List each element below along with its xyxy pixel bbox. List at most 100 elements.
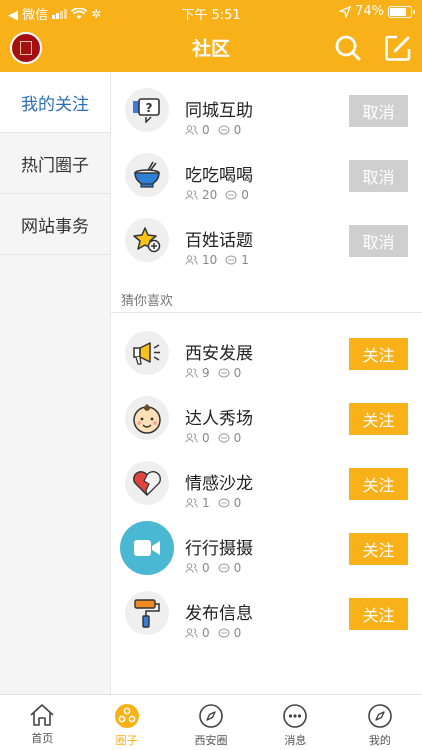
members-icon <box>185 498 198 508</box>
comment-icon <box>218 563 230 572</box>
list-item[interactable]: ? 同城互助 0 0 取消 <box>111 78 422 143</box>
help-sign-icon: ? <box>125 88 169 132</box>
tab-home[interactable]: 首页 <box>0 695 84 750</box>
circle-name: 西安发展 <box>185 344 253 364</box>
circle-name: 同城互助 <box>185 101 253 121</box>
home-icon <box>30 704 54 726</box>
tab-messages[interactable]: 消息 <box>253 695 337 750</box>
members-count: 10 <box>202 253 218 267</box>
posts-count: 0 <box>233 626 242 640</box>
members-count: 0 <box>202 561 210 575</box>
unfollow-button[interactable]: 取消 <box>349 95 408 127</box>
posts-count: 0 <box>233 366 242 380</box>
compass-icon <box>368 704 392 728</box>
comment-icon <box>218 498 230 507</box>
follow-button[interactable]: 关注 <box>349 338 408 370</box>
tab-label: 消息 <box>284 734 307 747</box>
comment-icon <box>218 628 230 637</box>
star-plus-icon <box>125 218 169 262</box>
circle-name: 达人秀场 <box>185 409 253 429</box>
follow-button[interactable]: 关注 <box>349 468 408 500</box>
unfollow-button[interactable]: 取消 <box>349 160 408 192</box>
members-icon <box>185 628 198 638</box>
members-icon <box>185 563 198 573</box>
members-icon <box>185 255 198 265</box>
list-item[interactable]: 情感沙龙 1 0 关注 <box>111 451 422 516</box>
follow-button[interactable]: 关注 <box>349 533 408 565</box>
status-bar: ◀ 微信 ✲ 下午 5:51 74% <box>0 0 422 24</box>
sidebar: 我的关注 热门圈子 网站事务 <box>0 72 111 694</box>
sidebar-item-hot-circles[interactable]: 热门圈子 <box>0 133 110 194</box>
search-icon[interactable] <box>334 34 362 62</box>
circle-stats: 0 0 <box>185 561 241 575</box>
food-bowl-icon <box>125 153 169 197</box>
circle-name: 百姓话题 <box>185 231 253 251</box>
posts-count: 0 <box>241 188 249 202</box>
members-icon <box>185 125 198 135</box>
tab-label: 圈子 <box>115 734 138 747</box>
sidebar-item-my-follow[interactable]: 我的关注 <box>0 72 110 133</box>
members-count: 9 <box>202 366 210 380</box>
tab-label: 我的 <box>368 734 391 747</box>
recommend-section-label: 猜你喜欢 <box>121 294 174 309</box>
circle-name: 吃吃喝喝 <box>185 166 253 186</box>
list-item[interactable]: 达人秀场 0 0 关注 <box>111 386 422 451</box>
list-item[interactable]: 吃吃喝喝 20 0 取消 <box>111 143 422 208</box>
members-count: 0 <box>202 123 210 137</box>
tab-xian-circle[interactable]: 西安圈 <box>169 695 253 750</box>
tab-me[interactable]: 我的 <box>338 695 422 750</box>
chat-icon <box>283 704 308 728</box>
battery-icon <box>388 5 415 18</box>
paint-roller-icon <box>125 591 169 635</box>
posts-count: 0 <box>233 561 242 575</box>
compose-icon[interactable] <box>384 34 412 62</box>
nav-bar: 社区 <box>0 24 422 72</box>
location-arrow-icon <box>339 5 352 18</box>
follow-button[interactable]: 关注 <box>349 598 408 630</box>
circle-stats: 0 0 <box>185 123 241 137</box>
unfollow-button[interactable]: 取消 <box>349 225 408 257</box>
posts-count: 0 <box>233 431 242 445</box>
members-icon <box>185 368 198 378</box>
comment-icon <box>218 433 230 442</box>
tab-bar: 首页 圈子 西安圈 消息 我的 <box>0 694 422 750</box>
sidebar-item-label: 我的关注 <box>21 94 89 115</box>
circle-name: 发布信息 <box>185 604 253 624</box>
sidebar-item-label: 热门圈子 <box>21 155 89 176</box>
follow-button[interactable]: 关注 <box>349 403 408 435</box>
divider <box>111 312 422 313</box>
comment-icon <box>218 125 230 134</box>
circle-stats: 0 0 <box>185 626 241 640</box>
tab-label: 西安圈 <box>194 734 228 747</box>
list-item[interactable]: 行行摄摄 0 0 关注 <box>111 516 422 581</box>
svg-text:?: ? <box>146 101 153 115</box>
posts-count: 0 <box>233 123 242 137</box>
sidebar-item-label: 网站事务 <box>21 216 89 237</box>
circle-name: 行行摄摄 <box>185 539 253 559</box>
list-item[interactable]: 发布信息 0 0 关注 <box>111 581 422 646</box>
circle-stats: 20 0 <box>185 188 249 202</box>
megaphone-icon <box>125 331 169 375</box>
comment-icon <box>225 255 237 264</box>
compass-icon <box>199 704 223 728</box>
list-item[interactable]: 西安发展 9 0 关注 <box>111 321 422 386</box>
members-icon <box>185 190 198 200</box>
video-camera-icon <box>120 521 174 575</box>
posts-count: 1 <box>241 253 249 267</box>
battery-percent: 74% <box>355 4 384 19</box>
members-icon <box>185 433 198 443</box>
circle-name: 情感沙龙 <box>185 474 253 494</box>
circle-icon <box>114 704 139 728</box>
tab-circles[interactable]: 圈子 <box>84 695 168 750</box>
sidebar-item-site-affairs[interactable]: 网站事务 <box>0 194 110 255</box>
heart-icon <box>125 461 169 505</box>
circle-stats: 0 0 <box>185 431 241 445</box>
circle-stats: 9 0 <box>185 366 241 380</box>
circle-stats: 1 0 <box>185 496 241 510</box>
list-item[interactable]: 百姓话题 10 1 取消 <box>111 208 422 273</box>
baby-face-icon <box>125 396 169 440</box>
circle-list: ? 同城互助 0 0 取消 吃吃喝喝 20 0 取消 百姓话题 10 1 取消 … <box>111 72 422 694</box>
posts-count: 0 <box>233 496 242 510</box>
members-count: 1 <box>202 496 210 510</box>
members-count: 20 <box>202 188 218 202</box>
